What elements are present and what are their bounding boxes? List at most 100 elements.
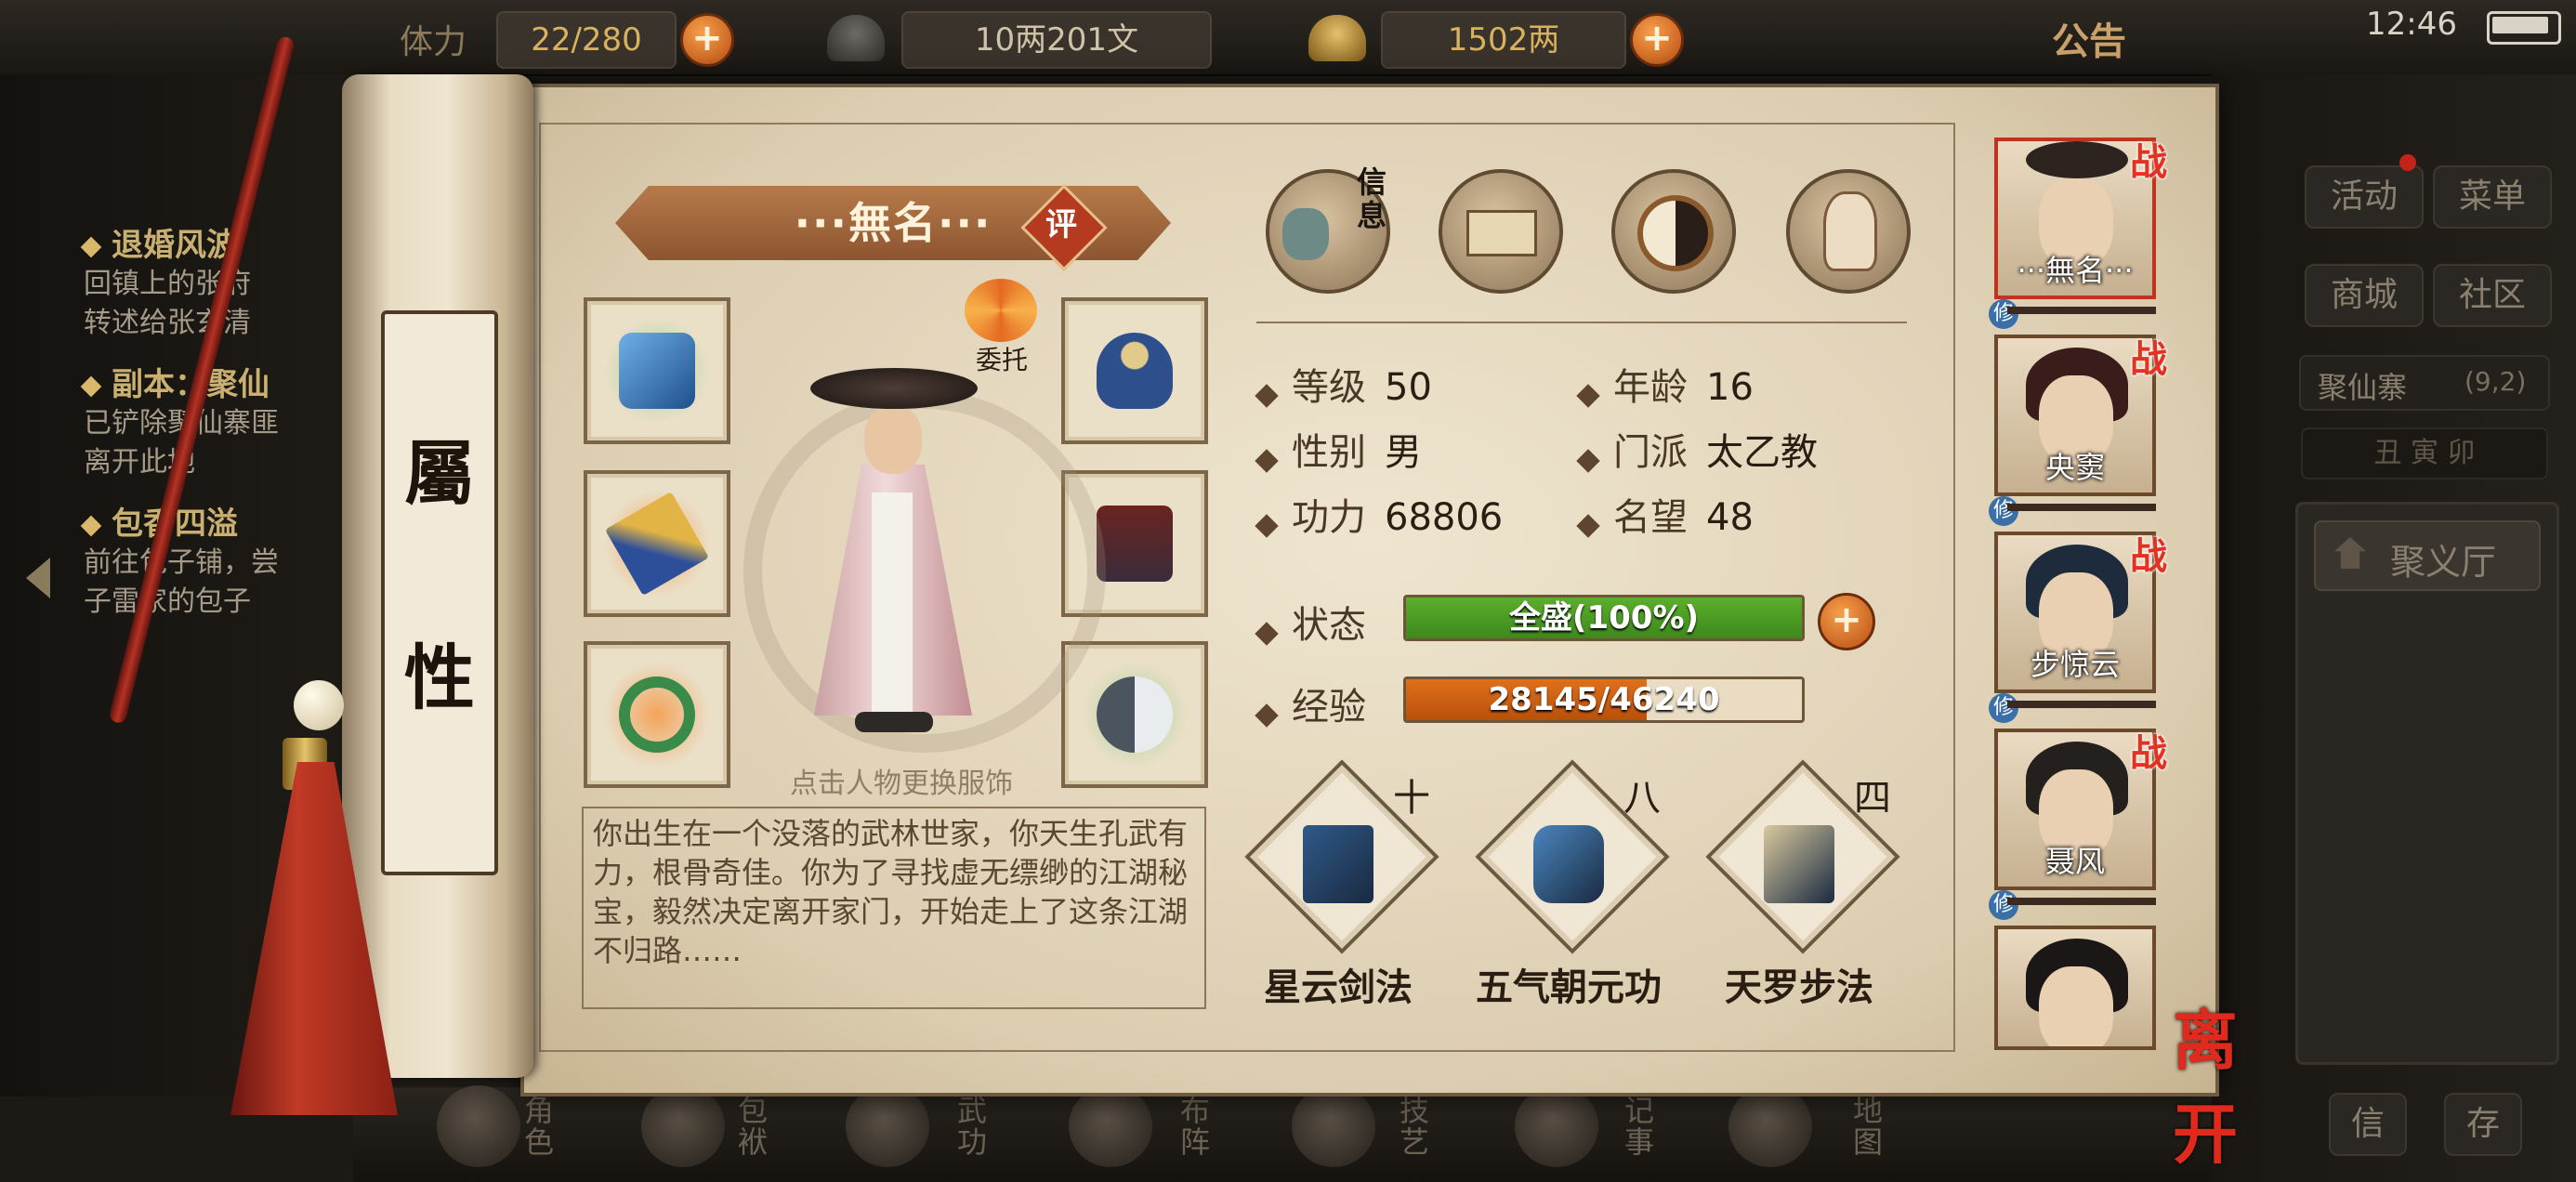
tab-bagua[interactable] bbox=[1611, 169, 1736, 294]
exp-bar: 28145/46240 bbox=[1403, 676, 1805, 723]
nav-map-icon[interactable] bbox=[1728, 1085, 1812, 1167]
quest-desc-line: 离开此地 bbox=[84, 446, 195, 479]
time-indicator: 丑 寅 卯 bbox=[2301, 427, 2548, 479]
nav-formation-icon[interactable] bbox=[1069, 1085, 1152, 1167]
tab-info-label[interactable]: 信息 bbox=[1357, 165, 1390, 232]
skill-level: 四 bbox=[1854, 777, 1891, 820]
quest-item[interactable]: 副本：聚仙 已铲除聚仙寨匪 离开此地 bbox=[80, 359, 372, 482]
state-bar: 全盛(100%) bbox=[1403, 595, 1805, 641]
community-button[interactable]: 社区 bbox=[2433, 264, 2552, 327]
yin-yang-fish-icon bbox=[1097, 676, 1173, 753]
stat-value: 48 bbox=[1706, 496, 1754, 539]
rate-badge-label[interactable]: 评 bbox=[1033, 197, 1089, 253]
hall-button[interactable]: 聚义厅 bbox=[2314, 520, 2541, 591]
roster-name: 聂风 bbox=[2044, 844, 2105, 879]
character-head[interactable] bbox=[864, 405, 922, 474]
activity-button[interactable]: 活动 bbox=[2305, 165, 2424, 229]
stat-bullet-icon bbox=[1576, 513, 1600, 538]
announcement-button[interactable]: 公告 bbox=[2052, 11, 2126, 65]
stat-power: 功力 68806 bbox=[1255, 487, 1574, 541]
character-bio: 你出生在一个没落的武林世家，你天生孔武有力，根骨奇佳。你为了寻找虚无缥缈的江湖秘… bbox=[582, 807, 1206, 1009]
chat-button[interactable]: 信 bbox=[2329, 1093, 2407, 1156]
gloves-icon bbox=[619, 333, 695, 409]
nav-character-icon[interactable] bbox=[437, 1085, 520, 1167]
silver-icon bbox=[827, 15, 885, 61]
stat-key: 门派 bbox=[1613, 431, 1688, 474]
nav-martial-label[interactable]: 武功 bbox=[957, 1095, 994, 1158]
nav-formation-label[interactable]: 布阵 bbox=[1180, 1095, 1217, 1158]
info-portrait-icon bbox=[1282, 208, 1329, 260]
entrust-refresh-icon[interactable] bbox=[965, 279, 1037, 342]
quest-item[interactable]: 包香四溢 前往包子铺，尝 子雷家的包子 bbox=[80, 498, 372, 622]
nav-bag-icon[interactable] bbox=[641, 1085, 725, 1167]
location-coords: (9,2) bbox=[2464, 366, 2527, 397]
nav-bag-label[interactable]: 包袱 bbox=[738, 1095, 775, 1158]
ring-icon bbox=[619, 676, 695, 753]
roster-name: 步惊云 bbox=[2030, 647, 2120, 682]
save-button[interactable]: 存 bbox=[2444, 1093, 2522, 1156]
nav-map-label[interactable]: 地图 bbox=[1853, 1095, 1890, 1158]
nav-craft-label[interactable]: 技艺 bbox=[1400, 1095, 1437, 1158]
exp-label: 经验 bbox=[1255, 676, 1366, 730]
body-meridian-icon bbox=[1823, 191, 1877, 271]
cultivate-badge: 修 bbox=[1989, 299, 2018, 329]
equip-slot-accessory[interactable] bbox=[1061, 641, 1208, 788]
nav-martial-icon[interactable] bbox=[846, 1085, 929, 1167]
footwork-scroll-icon[interactable] bbox=[1764, 825, 1834, 903]
tab-meridian[interactable] bbox=[1786, 169, 1911, 294]
nav-journal-icon[interactable] bbox=[1515, 1085, 1598, 1167]
bagua-icon bbox=[1637, 195, 1714, 271]
home-icon bbox=[2334, 537, 2366, 569]
collapse-arrow-icon[interactable] bbox=[26, 558, 50, 598]
add-stamina-button[interactable]: + bbox=[680, 13, 734, 67]
nav-journal-label[interactable]: 记事 bbox=[1624, 1095, 1662, 1158]
bamboo-hat-icon bbox=[810, 368, 978, 409]
leave-button[interactable]: 离开 bbox=[2173, 989, 2290, 1173]
stat-key: 功力 bbox=[1292, 496, 1366, 539]
equip-slot-weapon[interactable] bbox=[584, 470, 730, 617]
restore-state-button[interactable]: + bbox=[1818, 593, 1875, 650]
clock: 12:46 bbox=[2366, 6, 2457, 43]
stat-bullet-icon bbox=[1255, 621, 1279, 646]
stat-bullet-icon bbox=[1576, 383, 1600, 408]
stat-value: 68806 bbox=[1385, 496, 1504, 539]
inner-art-scroll-icon[interactable] bbox=[1533, 825, 1604, 903]
stat-fame: 名望 48 bbox=[1576, 487, 1952, 541]
quest-bullet-icon bbox=[80, 515, 102, 536]
equip-slot-gloves[interactable] bbox=[584, 297, 730, 444]
quest-desc-line: 子雷家的包子 bbox=[84, 585, 251, 618]
tab-scroll-document[interactable] bbox=[1439, 169, 1563, 294]
cultivate-badge: 修 bbox=[1989, 890, 2018, 920]
character-feet bbox=[855, 712, 933, 732]
roster-portrait[interactable] bbox=[1994, 926, 2156, 1050]
nav-craft-icon[interactable] bbox=[1292, 1085, 1375, 1167]
add-gold-button[interactable]: + bbox=[1630, 13, 1684, 67]
equip-slot-ring[interactable] bbox=[584, 641, 730, 788]
entrust-label[interactable]: 委托 bbox=[965, 340, 1039, 377]
skill-name[interactable]: 天罗步法 bbox=[1678, 957, 1920, 1011]
sword-manual-icon[interactable] bbox=[1303, 825, 1373, 903]
portrait-progress bbox=[2007, 504, 2156, 511]
stat-key: 等级 bbox=[1292, 366, 1366, 409]
skill-level: 八 bbox=[1623, 777, 1661, 820]
stat-bullet-icon bbox=[1576, 448, 1600, 473]
exp-bar-text: 28145/46240 bbox=[1488, 681, 1720, 718]
scroll-document-icon bbox=[1466, 210, 1537, 256]
gold-value: 1502两 bbox=[1381, 11, 1626, 69]
jade-bead-icon bbox=[294, 680, 344, 730]
skill-level: 十 bbox=[1393, 777, 1430, 820]
scroll-title-plate: 屬 性 bbox=[381, 310, 498, 875]
menu-button[interactable]: 菜单 bbox=[2433, 165, 2552, 229]
skill-name[interactable]: 五气朝元功 bbox=[1448, 957, 1689, 1011]
stat-value: 男 bbox=[1385, 431, 1422, 474]
notification-dot bbox=[2399, 154, 2416, 171]
armor-icon bbox=[1097, 506, 1173, 582]
shop-button[interactable]: 商城 bbox=[2305, 264, 2424, 327]
skill-name[interactable]: 星云剑法 bbox=[1217, 957, 1459, 1011]
change-outfit-hint: 点击人物更换服饰 bbox=[790, 768, 1013, 800]
state-label: 状态 bbox=[1255, 595, 1366, 649]
stat-level: 等级 50 bbox=[1255, 357, 1574, 411]
nav-character-label[interactable]: 角色 bbox=[524, 1095, 561, 1158]
portrait-progress bbox=[2007, 898, 2156, 905]
equip-slot-collar[interactable] bbox=[1061, 297, 1208, 444]
